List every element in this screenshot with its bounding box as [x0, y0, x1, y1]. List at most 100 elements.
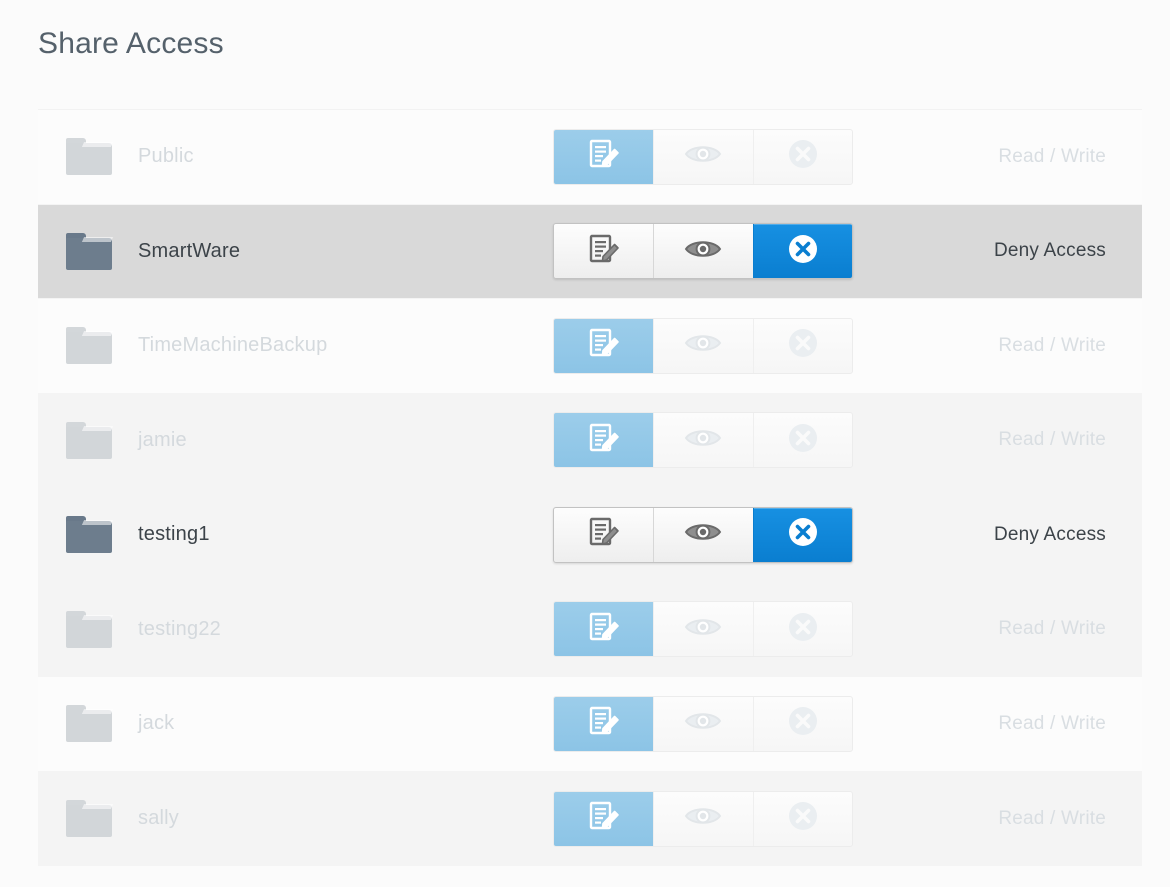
share-name-cell: jamie — [38, 421, 538, 459]
eye-icon — [684, 236, 722, 267]
read-only-button[interactable] — [653, 791, 752, 846]
deny-access-button[interactable] — [752, 224, 852, 279]
share-name-cell: Public — [38, 138, 538, 176]
read-write-button[interactable] — [554, 129, 654, 184]
document-pencil-icon — [587, 421, 621, 460]
deny-access-button[interactable] — [752, 791, 852, 846]
document-pencil-icon — [587, 515, 621, 554]
eye-icon — [684, 330, 722, 361]
x-circle-icon — [787, 516, 819, 553]
share-name-label: testing1 — [138, 523, 210, 546]
permission-segmented-control[interactable] — [553, 506, 853, 563]
table-row[interactable]: sally Read / Write — [38, 771, 1142, 866]
share-name-label: TimeMachineBackup — [138, 334, 328, 357]
folder-icon — [66, 421, 114, 459]
permission-segmented-control[interactable] — [553, 223, 853, 280]
permission-controls-cell — [538, 412, 868, 469]
read-only-button[interactable] — [653, 602, 752, 657]
eye-icon — [684, 425, 722, 456]
share-name-cell: testing1 — [38, 516, 538, 554]
read-write-button[interactable] — [554, 318, 654, 373]
eye-icon — [684, 519, 722, 550]
eye-icon — [684, 141, 722, 172]
permission-controls-cell — [538, 695, 868, 752]
permission-status-label: Read / Write — [998, 807, 1106, 829]
permission-status-label: Deny Access — [993, 523, 1106, 545]
x-circle-icon — [787, 233, 819, 270]
read-only-button[interactable] — [653, 129, 752, 184]
permission-segmented-control[interactable] — [553, 128, 853, 185]
folder-icon — [66, 327, 114, 365]
share-name-cell: sally — [38, 800, 538, 838]
read-write-button[interactable] — [554, 696, 654, 751]
document-pencil-icon — [587, 232, 621, 271]
read-only-button[interactable] — [653, 507, 752, 562]
permission-controls-cell — [538, 790, 868, 847]
table-row[interactable]: SmartWare Deny Access — [38, 204, 1142, 299]
read-write-button[interactable] — [554, 508, 653, 562]
permission-status-label: Deny Access — [993, 240, 1106, 262]
share-access-table: Public Read / Write SmartWare Deny Access Ti… — [38, 109, 1142, 866]
eye-icon — [684, 614, 722, 645]
table-row[interactable]: jamie Read / Write — [38, 393, 1142, 488]
permission-controls-cell — [538, 506, 868, 563]
permission-status-label: Read / Write — [998, 145, 1106, 167]
share-name-label: jack — [138, 712, 175, 735]
permission-controls-cell — [538, 223, 868, 280]
permission-controls-cell — [538, 601, 868, 658]
share-name-label: jamie — [138, 428, 187, 451]
permission-segmented-control[interactable] — [553, 601, 853, 658]
table-row[interactable]: testing22 Read / Write — [38, 582, 1142, 677]
document-pencil-icon — [587, 610, 621, 649]
read-only-button[interactable] — [653, 696, 752, 751]
folder-icon — [66, 610, 114, 648]
deny-access-button[interactable] — [752, 129, 852, 184]
read-write-button[interactable] — [554, 791, 654, 846]
read-only-button[interactable] — [653, 413, 752, 468]
deny-access-button[interactable] — [752, 696, 852, 751]
read-write-button[interactable] — [554, 413, 654, 468]
table-row[interactable]: jack Read / Write — [38, 677, 1142, 772]
deny-access-button[interactable] — [752, 413, 852, 468]
document-pencil-icon — [587, 137, 621, 176]
deny-access-button[interactable] — [752, 602, 852, 657]
share-access-page: Share Access Public Read / Write SmartWare… — [0, 0, 1170, 887]
permission-controls-cell — [538, 128, 868, 185]
permission-segmented-control[interactable] — [553, 695, 853, 752]
permission-segmented-control[interactable] — [553, 412, 853, 469]
document-pencil-icon — [587, 326, 621, 365]
permission-status-label: Read / Write — [998, 618, 1106, 640]
eye-icon — [684, 803, 722, 834]
permission-status-label: Read / Write — [998, 712, 1106, 734]
table-row[interactable]: Public Read / Write — [38, 110, 1142, 205]
folder-icon — [66, 800, 114, 838]
read-only-button[interactable] — [653, 224, 752, 279]
x-circle-icon — [787, 800, 819, 837]
read-write-button[interactable] — [554, 602, 654, 657]
permission-segmented-control[interactable] — [553, 790, 853, 847]
document-pencil-icon — [587, 799, 621, 838]
folder-icon — [66, 705, 114, 743]
permission-controls-cell — [538, 317, 868, 374]
deny-access-button[interactable] — [752, 507, 852, 562]
share-name-label: testing22 — [138, 617, 221, 640]
permission-status-label: Read / Write — [998, 334, 1106, 356]
share-name-cell: SmartWare — [38, 232, 538, 270]
read-only-button[interactable] — [653, 318, 752, 373]
folder-icon — [66, 138, 114, 176]
x-circle-icon — [787, 611, 819, 648]
table-row[interactable]: testing1 Deny Access — [38, 488, 1142, 583]
deny-access-button[interactable] — [752, 318, 852, 373]
table-row[interactable]: TimeMachineBackup Read / Write — [38, 299, 1142, 394]
share-name-cell: TimeMachineBackup — [38, 327, 538, 365]
share-name-cell: jack — [38, 705, 538, 743]
folder-icon — [66, 516, 114, 554]
permission-segmented-control[interactable] — [553, 317, 853, 374]
x-circle-icon — [787, 327, 819, 364]
read-write-button[interactable] — [554, 224, 653, 278]
page-title: Share Access — [38, 27, 224, 60]
x-circle-icon — [787, 138, 819, 175]
document-pencil-icon — [587, 704, 621, 743]
x-circle-icon — [787, 422, 819, 459]
share-name-label: sally — [138, 807, 180, 830]
